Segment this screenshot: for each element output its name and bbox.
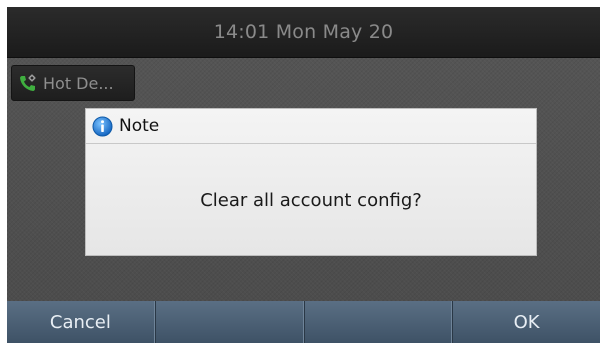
cancel-button[interactable]: Cancel	[7, 301, 155, 343]
info-icon	[92, 116, 113, 137]
ok-button[interactable]: OK	[452, 301, 600, 343]
account-button[interactable]: Hot De...	[11, 65, 135, 101]
dialog-title: Note	[119, 116, 160, 136]
dialog-message: Clear all account config?	[200, 190, 422, 211]
phone-screen: 14:01 Mon May 20 Hot De... Note Clear al…	[7, 7, 600, 343]
note-dialog: Note Clear all account config?	[85, 108, 537, 256]
softkey-3[interactable]	[303, 301, 453, 343]
status-bar: 14:01 Mon May 20	[7, 7, 600, 58]
clock: 14:01 Mon May 20	[213, 21, 394, 43]
phone-settings-icon	[18, 73, 38, 93]
softkey-2[interactable]	[154, 301, 304, 343]
dialog-header: Note	[86, 109, 536, 144]
account-label: Hot De...	[43, 73, 114, 93]
softkey-bar: Cancel OK	[7, 301, 600, 343]
